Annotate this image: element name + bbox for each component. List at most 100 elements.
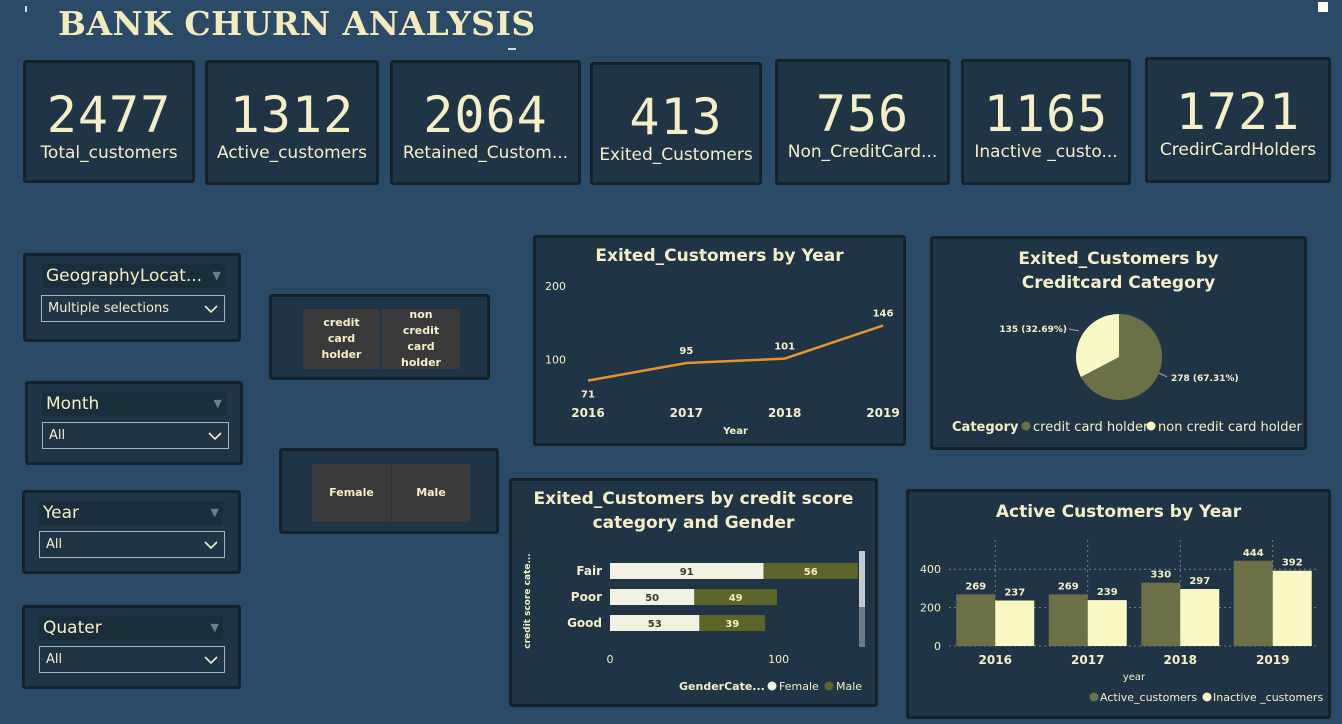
y-axis-title: credit score cate... [523, 553, 533, 648]
dropdown-value: All [49, 428, 66, 443]
kpi-label: CredirCardHolders [1159, 140, 1317, 160]
bar-inactive [1087, 600, 1127, 646]
tile-female[interactable]: Female [312, 464, 391, 522]
kpi-value: 2064 [423, 86, 548, 144]
data-label: 330 [1150, 570, 1171, 581]
pie-chart-exited-by-creditcard: Exited_Customers by Creditcard Category … [930, 236, 1307, 450]
slicer-title-text: Year [43, 503, 79, 523]
legend-label: Male [836, 680, 862, 693]
scrollbar-thumb [859, 551, 865, 607]
data-label: 146 [873, 309, 894, 320]
data-label: 50 [645, 593, 659, 604]
year-dropdown[interactable]: All [39, 531, 225, 558]
legend-swatch [1089, 692, 1099, 702]
data-label: 95 [679, 346, 693, 357]
quarter-dropdown[interactable]: All [39, 646, 225, 673]
kpi-card-active-customers[interactable]: 1312 Active_customers [205, 60, 379, 185]
tile-non-credit-card-holder[interactable]: non credit card holder [382, 308, 460, 369]
data-label: 392 [1282, 558, 1303, 569]
chevron-down-icon [204, 532, 218, 557]
kpi-card-credit-card-holders[interactable]: 1721 CredirCardHolders [1145, 57, 1331, 183]
data-label: 444 [1243, 548, 1264, 559]
tile-credit-card-holder[interactable]: credit card holder [303, 309, 380, 369]
data-label: 91 [680, 567, 694, 578]
bar-inactive [1272, 570, 1312, 646]
month-dropdown[interactable]: All [42, 422, 229, 449]
legend-swatch [1146, 421, 1156, 431]
legend-label: Female [779, 680, 819, 693]
kpi-card-non-credit-card[interactable]: 756 Non_CreditCard... [775, 59, 950, 185]
kpi-card-inactive-customers[interactable]: 1165 Inactive _custo... [961, 59, 1131, 185]
data-label: 237 [1004, 587, 1025, 598]
x-tick-label: 2016 [571, 406, 604, 420]
legend-label: credit card holder [1033, 420, 1149, 435]
y-tick-label: 400 [920, 563, 941, 576]
x-tick-label: 2018 [768, 406, 801, 420]
legend-label: Active_customers [1100, 691, 1197, 704]
dropdown-value: All [46, 537, 63, 552]
legend-title: GenderCate... [679, 680, 765, 693]
kpi-card-retained-customers[interactable]: 2064 Retained_Custom... [390, 60, 581, 185]
legend-swatch [1021, 421, 1031, 431]
slice-label: 135 (32.69%) [999, 325, 1067, 335]
bar-inactive [995, 600, 1035, 646]
kpi-value: 1165 [983, 85, 1109, 143]
slicer-quarter: Quater ▼ All [22, 605, 241, 689]
data-label: 71 [581, 390, 595, 401]
dropdown-value: All [46, 652, 63, 667]
kpi-label: Total_customers [40, 143, 178, 163]
column-chart-active-by-year: Active Customers by Year 400 200 0 269 237 20… [906, 489, 1331, 719]
chevron-down-icon [208, 423, 222, 448]
line-chart-svg: 200 100 71 95 101 146 2016 2017 2018 2019 Year [545, 280, 900, 437]
category-label: Fair [576, 564, 602, 578]
x-tick-label: 2019 [866, 406, 899, 420]
legend-swatch [824, 681, 834, 691]
geography-dropdown[interactable]: Multiple selections [41, 295, 225, 322]
slicer-year: Year ▼ All [22, 490, 241, 574]
x-tick-label: 2016 [979, 653, 1012, 667]
kpi-label: Non_CreditCard... [787, 142, 938, 162]
kpi-card-exited-customers[interactable]: 413 Exited_Customers [590, 62, 762, 185]
x-tick-label: 2018 [1164, 653, 1197, 667]
bar-inactive [1180, 588, 1220, 646]
slicer-month: Month ▼ All [25, 381, 243, 465]
data-label: 101 [774, 342, 795, 353]
credit-card-tile-slicer: credit card holder non credit card holde… [269, 294, 490, 380]
divider-mark [508, 48, 516, 50]
chevron-down-icon [204, 296, 218, 321]
slicer-title: GeographyLocat... ▼ [42, 264, 225, 288]
pie-chart-svg: 278 (67.31%) 135 (32.69%) Category credit c… [952, 314, 1303, 435]
x-axis-title: year [1123, 672, 1146, 683]
x-tick-label: 100 [768, 653, 789, 666]
x-axis-title: Year [722, 426, 748, 437]
corner-mark [25, 6, 27, 12]
kpi-value: 756 [815, 85, 910, 143]
chevron-down-icon[interactable]: ▼ [213, 264, 221, 288]
leader-line [1068, 328, 1080, 332]
kpi-card-total-customers[interactable]: 2477 Total_customers [23, 60, 195, 183]
kpi-label: Exited_Customers [599, 145, 753, 165]
kpi-label: Inactive _custo... [974, 142, 1118, 162]
data-label: 49 [729, 593, 743, 604]
slicer-geography: GeographyLocat... ▼ Multiple selections [23, 253, 241, 342]
data-label: 56 [804, 567, 818, 578]
hbar-chart-svg: credit score cate... Fair 91 56 Poor 50 49 Good… [523, 551, 865, 693]
tile-male[interactable]: Male [392, 464, 470, 522]
slice-label: 278 (67.31%) [1171, 374, 1239, 384]
focus-mode-icon[interactable] [1318, 2, 1328, 12]
slicer-title: Year ▼ [39, 501, 223, 525]
gender-tile-slicer: Female Male [279, 448, 499, 534]
x-tick-label: 0 [607, 653, 614, 666]
page-title: BANK CHURN ANALYSIS [58, 4, 536, 43]
kpi-label: Active_customers [217, 143, 367, 163]
chevron-down-icon[interactable]: ▼ [211, 616, 219, 640]
legend-title: Category [952, 420, 1019, 435]
line-chart-exited-by-year: Exited_Customers by Year 200 100 71 95 101 14… [533, 235, 906, 446]
category-label: Good [567, 616, 602, 630]
legend-label: non credit card holder [1158, 420, 1303, 435]
y-tick-label: 100 [545, 353, 566, 366]
legend-label: Inactive _customers [1213, 691, 1323, 704]
chevron-down-icon[interactable]: ▼ [214, 392, 222, 416]
category-label: Poor [571, 590, 602, 604]
chevron-down-icon[interactable]: ▼ [211, 501, 219, 525]
